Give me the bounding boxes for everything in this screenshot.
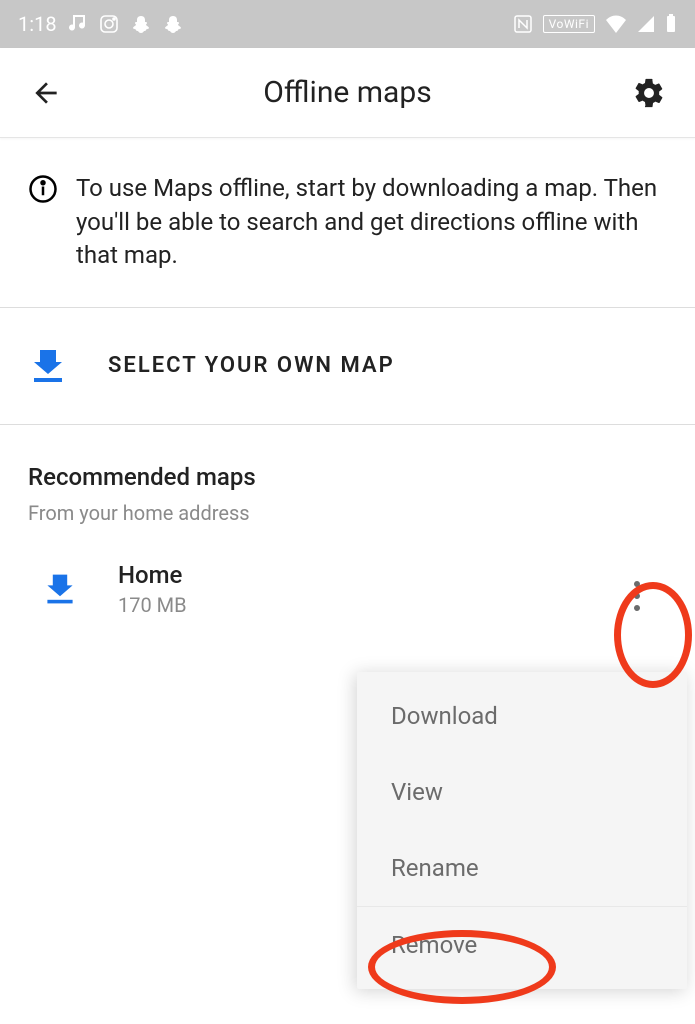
gear-icon bbox=[632, 76, 666, 110]
instagram-icon bbox=[99, 14, 119, 34]
more-button[interactable] bbox=[617, 571, 657, 621]
page-title: Offline maps bbox=[64, 75, 631, 110]
more-dots-icon bbox=[634, 581, 640, 587]
map-name: Home bbox=[118, 561, 187, 589]
map-size: 170 MB bbox=[118, 593, 187, 617]
vowifi-badge: VoWiFi bbox=[543, 15, 595, 33]
map-row-home[interactable]: Home 170 MB bbox=[28, 561, 667, 617]
download-icon bbox=[40, 572, 80, 606]
arrow-left-icon bbox=[30, 77, 62, 109]
info-text: To use Maps offline, start by downloadin… bbox=[76, 172, 667, 273]
status-time: 1:18 bbox=[18, 12, 57, 36]
menu-download[interactable]: Download bbox=[357, 678, 687, 754]
select-own-map[interactable]: SELECT YOUR OWN MAP bbox=[0, 308, 695, 425]
select-map-label: SELECT YOUR OWN MAP bbox=[108, 353, 395, 378]
status-right: VoWiFi bbox=[513, 14, 677, 34]
app-header: Offline maps bbox=[0, 48, 695, 138]
settings-button[interactable] bbox=[631, 75, 667, 111]
battery-icon bbox=[665, 14, 677, 34]
info-icon bbox=[28, 172, 58, 273]
menu-remove[interactable]: Remove bbox=[357, 906, 687, 983]
info-banner: To use Maps offline, start by downloadin… bbox=[0, 138, 695, 308]
section-title: Recommended maps bbox=[28, 463, 667, 491]
snapchat-icon-2 bbox=[163, 14, 183, 34]
download-icon bbox=[28, 348, 68, 384]
cell-signal-icon bbox=[637, 15, 655, 33]
back-button[interactable] bbox=[28, 75, 64, 111]
menu-view[interactable]: View bbox=[357, 754, 687, 830]
status-bar: 1:18 VoWiFi bbox=[0, 0, 695, 48]
context-menu: Download View Rename Remove bbox=[357, 672, 687, 989]
recommended-section: Recommended maps From your home address … bbox=[0, 425, 695, 617]
music-icon bbox=[69, 14, 87, 34]
menu-rename[interactable]: Rename bbox=[357, 830, 687, 906]
map-info: Home 170 MB bbox=[118, 561, 187, 617]
snapchat-icon bbox=[131, 14, 151, 34]
status-left: 1:18 bbox=[18, 12, 183, 36]
section-subtitle: From your home address bbox=[28, 501, 667, 525]
wifi-icon bbox=[605, 15, 627, 33]
nfc-icon bbox=[513, 14, 533, 34]
